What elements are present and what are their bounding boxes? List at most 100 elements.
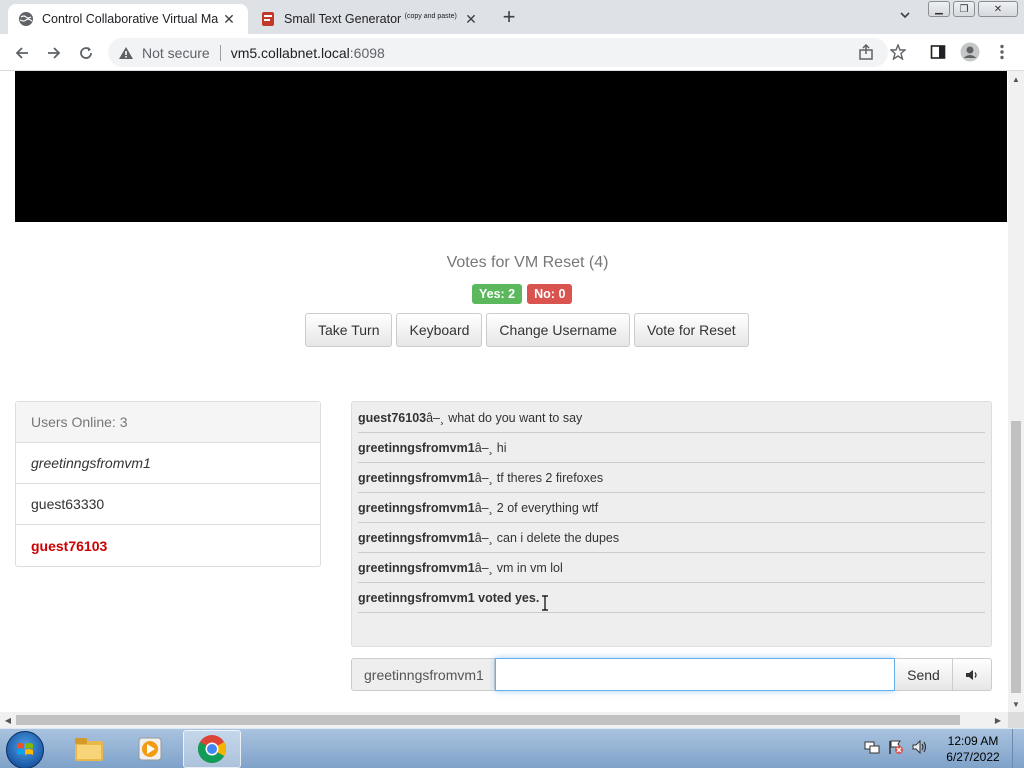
browser-toolbar: Not secure vm5.collabnet.local:6098 (0, 34, 1024, 71)
side-panel-icon[interactable] (928, 42, 948, 62)
scroll-right-icon[interactable]: ▶ (990, 712, 1006, 728)
share-icon[interactable] (856, 42, 876, 62)
back-icon[interactable] (10, 41, 34, 65)
yes-badge: Yes: 2 (472, 284, 523, 304)
chat-log[interactable]: guest76103 â–¸ what do you want to say gre… (351, 401, 992, 647)
file-explorer-icon[interactable] (60, 730, 118, 768)
tab-control-collaborative[interactable]: Control Collaborative Virtual Ma ✕ (8, 4, 248, 34)
scroll-down-icon[interactable]: ▼ (1008, 696, 1024, 712)
vote-reset-button[interactable]: Vote for Reset (633, 313, 749, 347)
page-viewport: Votes for VM Reset (4) Yes: 2 No: 0 Take… (0, 71, 1008, 712)
vm-display[interactable] (15, 71, 1007, 222)
users-online-header: Users Online: 3 (16, 402, 320, 443)
chat-separator: â–¸ (474, 470, 493, 485)
media-player-icon[interactable] (121, 730, 179, 768)
forward-icon[interactable] (42, 41, 66, 65)
chat-input[interactable] (495, 658, 895, 691)
chat-username-label: greetinngsfromvm1 (351, 658, 495, 691)
keyboard-button[interactable]: Keyboard (396, 313, 483, 347)
user-list-item[interactable]: guest63330 (16, 484, 320, 525)
url-host: vm5.collabnet.local (230, 44, 350, 61)
chrome-icon[interactable] (183, 730, 241, 768)
chat-message: greetinngsfromvm1 â–¸ can i delete the dup… (358, 523, 985, 553)
change-username-button[interactable]: Change Username (486, 313, 630, 347)
vote-badges: Yes: 2 No: 0 (472, 284, 573, 304)
chat-text: vm in vm lol (496, 560, 563, 575)
bookmark-star-icon[interactable] (888, 42, 908, 62)
no-badge: No: 0 (527, 284, 573, 304)
control-buttons: Take Turn Keyboard Change Username Vote … (305, 313, 749, 347)
clock-date: 6/27/2022 (946, 750, 1000, 764)
chat-message: guest76103 â–¸ what do you want to say (358, 403, 985, 433)
close-tab-icon[interactable]: ✕ (462, 10, 480, 28)
address-bar[interactable]: Not secure vm5.collabnet.local:6098 (108, 38, 888, 67)
user-list-item[interactable]: guest76103 (16, 525, 320, 566)
tab-title: Control Collaborative Virtual Ma (42, 12, 219, 26)
speaker-icon[interactable] (912, 739, 928, 758)
scroll-corner (1008, 712, 1024, 728)
text-generator-icon (260, 11, 276, 27)
scroll-up-icon[interactable]: ▲ (1008, 71, 1024, 87)
new-tab-button[interactable]: + (497, 6, 521, 30)
close-window-icon[interactable]: ✕ (978, 1, 1018, 17)
chat-separator: â–¸ (474, 500, 493, 515)
tab-title-main: Small Text Generator (284, 12, 402, 26)
profile-avatar-icon[interactable] (960, 42, 980, 62)
restore-icon[interactable]: ❐ (953, 1, 975, 17)
chat-username: greetinngsfromvm1 (358, 440, 475, 455)
taskbar-clock[interactable]: 12:09 AM 6/27/2022 (938, 733, 1008, 765)
show-desktop-button[interactable] (1012, 729, 1024, 768)
scrollbar-thumb[interactable] (1011, 421, 1021, 693)
chat-text: what do you want to say (448, 410, 583, 425)
users-online-panel: Users Online: 3 greetinngsfromvm1 guest6… (15, 401, 321, 567)
tab-title-suffix: (copy and paste) (404, 12, 457, 20)
url-port: :6098 (349, 44, 385, 61)
chat-separator: â–¸ (426, 410, 445, 425)
user-list-item[interactable]: greetinngsfromvm1 (16, 443, 320, 484)
menu-kebab-icon[interactable] (992, 42, 1012, 62)
chat-message: greetinngsfromvm1 â–¸ vm in vm lol (358, 553, 985, 583)
chat-text: tf theres 2 firefoxes (496, 470, 604, 485)
votes-title: Votes for VM Reset (4) (446, 254, 609, 271)
text-cursor-icon (542, 595, 548, 611)
clock-time: 12:09 AM (947, 734, 999, 748)
take-turn-button[interactable]: Take Turn (305, 313, 393, 347)
vertical-scrollbar[interactable]: ▲ ▼ (1008, 71, 1024, 712)
chat-system-message: greetinngsfromvm1 voted yes. (358, 583, 985, 613)
chat-username: greetinngsfromvm1 (358, 560, 475, 575)
chat-text: hi (496, 440, 507, 455)
tab-title: Small Text Generator (copy and paste) (284, 12, 462, 26)
minimize-icon[interactable]: ▁ (928, 1, 950, 17)
chat-message: greetinngsfromvm1 â–¸ hi (358, 433, 985, 463)
chat-username: greetinngsfromvm1 (358, 530, 475, 545)
divider (219, 44, 221, 61)
tab-strip: Control Collaborative Virtual Ma ✕ Small… (0, 0, 1024, 34)
chat-message: greetinngsfromvm1 â–¸ tf theres 2 firefoxe… (358, 463, 985, 493)
chat-message: greetinngsfromvm1 â–¸ 2 of everything wtf (358, 493, 985, 523)
volume-icon[interactable] (953, 658, 992, 691)
reload-icon[interactable] (74, 41, 98, 65)
chat-input-row: greetinngsfromvm1 Send (351, 658, 992, 691)
scroll-left-icon[interactable]: ◀ (0, 712, 16, 728)
send-button[interactable]: Send (895, 658, 953, 691)
chat-separator: â–¸ (474, 530, 493, 545)
windows-taskbar: 12:09 AM 6/27/2022 (0, 728, 1024, 768)
close-tab-icon[interactable]: ✕ (220, 10, 238, 28)
chat-username: greetinngsfromvm1 (358, 500, 475, 515)
system-tray (864, 739, 928, 758)
warning-icon[interactable] (118, 46, 134, 60)
globe-icon (18, 11, 34, 27)
chat-separator: â–¸ (474, 440, 493, 455)
chat-text: 2 of everything wtf (496, 500, 599, 515)
horizontal-scrollbar[interactable]: ◀ ▶ (0, 712, 1008, 728)
chat-separator: â–¸ (474, 560, 493, 575)
scrollbar-thumb[interactable] (16, 715, 960, 725)
chat-username: greetinngsfromvm1 (358, 470, 475, 485)
chat-username: guest76103 (358, 410, 427, 425)
tab-search-chevron-icon[interactable] (894, 8, 916, 28)
action-center-flag-icon[interactable] (888, 739, 904, 758)
tab-small-text-generator[interactable]: Small Text Generator (copy and paste) ✕ (250, 4, 490, 34)
chat-text: can i delete the dupes (496, 530, 620, 545)
start-button-windows-icon[interactable] (6, 731, 44, 768)
network-icon[interactable] (864, 739, 880, 758)
